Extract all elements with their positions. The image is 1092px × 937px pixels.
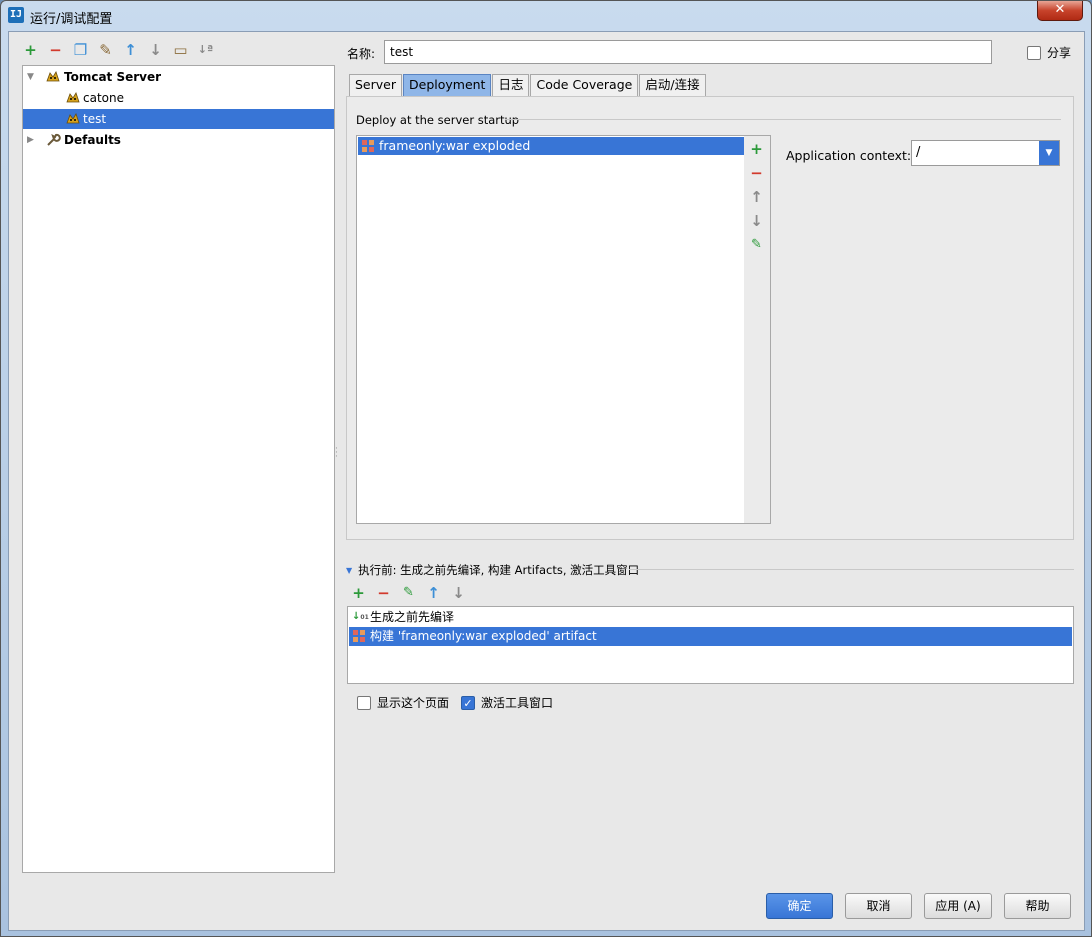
share-checkbox-group: 分享 [1027, 44, 1071, 61]
before-launch-header[interactable]: ▼ 执行前: 生成之前先编译, 构建 Artifacts, 激活工具窗口 [346, 562, 639, 578]
chevron-down-icon[interactable]: ▼ [27, 67, 37, 87]
tab-deployment[interactable]: Deployment [403, 74, 492, 96]
list-item[interactable]: ↓01 生成之前先编译 [349, 608, 1072, 627]
show-page-checkbox[interactable] [357, 695, 371, 710]
list-item[interactable]: frameonly:war exploded [358, 137, 744, 155]
share-label: 分享 [1047, 46, 1072, 60]
remove-icon[interactable]: − [47, 41, 64, 59]
folder-icon[interactable]: ▭ [172, 41, 189, 59]
dialog-body: + − ❐ ✎ ↑ ↓ ▭ ↓ª ▼ Tomcat Server catone [8, 31, 1085, 931]
list-item-label: frameonly:war exploded [379, 138, 531, 153]
tomcat-icon [45, 69, 61, 85]
artifact-icon [352, 629, 366, 643]
name-label: 名称: [347, 47, 376, 61]
move-down-icon[interactable]: ↓ [748, 212, 765, 230]
add-icon[interactable]: + [350, 584, 367, 602]
before-launch-title: 执行前: 生成之前先编译, 构建 Artifacts, 激活工具窗口 [358, 563, 640, 577]
group-divider [505, 119, 1061, 120]
artifact-icon [361, 139, 375, 153]
cancel-button[interactable]: 取消 [845, 893, 912, 919]
share-checkbox[interactable] [1027, 45, 1041, 60]
compile-icon: ↓01 [352, 611, 369, 622]
list-item[interactable]: 构建 'frameonly:war exploded' artifact [349, 627, 1072, 646]
apply-button[interactable]: 应用 (A) [924, 893, 992, 919]
move-down-icon[interactable]: ↓ [450, 584, 467, 602]
show-page-option: 显示这个页面 [357, 694, 449, 711]
tree-item-label: test [83, 112, 107, 126]
tomcat-icon [65, 90, 81, 106]
collapse-triangle-icon[interactable]: ▼ [346, 566, 352, 575]
run-debug-config-window: IJ 运行/调试配置 ✕ + − ❐ ✎ ↑ ↓ ▭ ↓ª ▼ Tomcat S… [0, 0, 1092, 937]
app-context-value: / [916, 145, 921, 160]
group-divider [629, 569, 1074, 570]
move-up-icon[interactable]: ↑ [748, 188, 765, 206]
before-launch-list: ↓01 生成之前先编译 构建 'frameonly:war exploded' … [347, 606, 1074, 684]
window-title: 运行/调试配置 [30, 12, 113, 27]
app-context-label: Application context: [786, 148, 912, 163]
close-button[interactable]: ✕ [1037, 1, 1083, 21]
wrench-icon [45, 132, 61, 148]
edit-defaults-icon[interactable]: ✎ [97, 41, 114, 59]
remove-icon[interactable]: − [375, 584, 392, 602]
tree-item-label: Tomcat Server [64, 70, 162, 84]
tab-startup-connection[interactable]: 启动/连接 [639, 74, 706, 96]
list-item-label: 生成之前先编译 [370, 610, 455, 624]
app-context-select[interactable]: / ▼ [911, 140, 1060, 166]
sort-icon[interactable]: ↓ª [197, 41, 214, 59]
title-bar: IJ 运行/调试配置 ✕ [1, 1, 1091, 31]
copy-icon[interactable]: ❐ [72, 41, 89, 59]
ok-button[interactable]: 确定 [766, 893, 833, 919]
tree-item-catone[interactable]: catone [23, 88, 334, 108]
tree-item-test[interactable]: test [23, 109, 334, 129]
move-up-icon[interactable]: ↑ [425, 584, 442, 602]
help-button[interactable]: 帮助 [1004, 893, 1071, 919]
edit-icon[interactable]: ✎ [748, 236, 765, 254]
tree-item-label: Defaults [64, 133, 121, 147]
deploy-side-toolbar: + − ↑ ↓ ✎ [744, 135, 771, 524]
chevron-right-icon[interactable]: ▶ [27, 130, 37, 150]
name-input[interactable]: test [384, 40, 992, 64]
chevron-down-icon[interactable]: ▼ [1039, 141, 1059, 165]
show-page-label: 显示这个页面 [377, 696, 450, 710]
splitter-handle[interactable]: · · · [335, 445, 339, 462]
add-icon[interactable]: + [748, 140, 765, 158]
config-tree: ▼ Tomcat Server catone test ▶ Defaults [22, 65, 335, 873]
edit-icon[interactable]: ✎ [400, 584, 417, 602]
config-tabs: Server Deployment 日志 Code Coverage 启动/连接 [349, 74, 707, 96]
add-icon[interactable]: + [22, 41, 39, 59]
tab-code-coverage[interactable]: Code Coverage [530, 74, 639, 96]
move-down-icon[interactable]: ↓ [147, 41, 164, 59]
activate-tool-label: 激活工具窗口 [481, 696, 554, 710]
activate-tool-checkbox[interactable]: ✓ [461, 695, 475, 710]
move-up-icon[interactable]: ↑ [122, 41, 139, 59]
tree-item-tomcat-server[interactable]: ▼ Tomcat Server [23, 67, 334, 87]
tab-server[interactable]: Server [349, 74, 402, 96]
deploy-artifact-list: frameonly:war exploded [356, 135, 745, 524]
tree-item-label: catone [83, 91, 124, 105]
intellij-app-icon: IJ [8, 7, 24, 23]
tree-item-defaults[interactable]: ▶ Defaults [23, 130, 334, 150]
remove-icon[interactable]: − [748, 164, 765, 182]
activate-tool-option: ✓ 激活工具窗口 [461, 694, 553, 711]
list-item-label: 构建 'frameonly:war exploded' artifact [370, 629, 597, 643]
deploy-group-title: Deploy at the server startup [356, 113, 520, 127]
tomcat-icon [65, 111, 81, 127]
tab-logs[interactable]: 日志 [492, 74, 530, 96]
deployment-panel: Deploy at the server startup frameonly:w… [346, 96, 1074, 540]
config-toolbar: + − ❐ ✎ ↑ ↓ ▭ ↓ª [22, 41, 214, 61]
before-launch-toolbar: + − ✎ ↑ ↓ [350, 584, 467, 602]
